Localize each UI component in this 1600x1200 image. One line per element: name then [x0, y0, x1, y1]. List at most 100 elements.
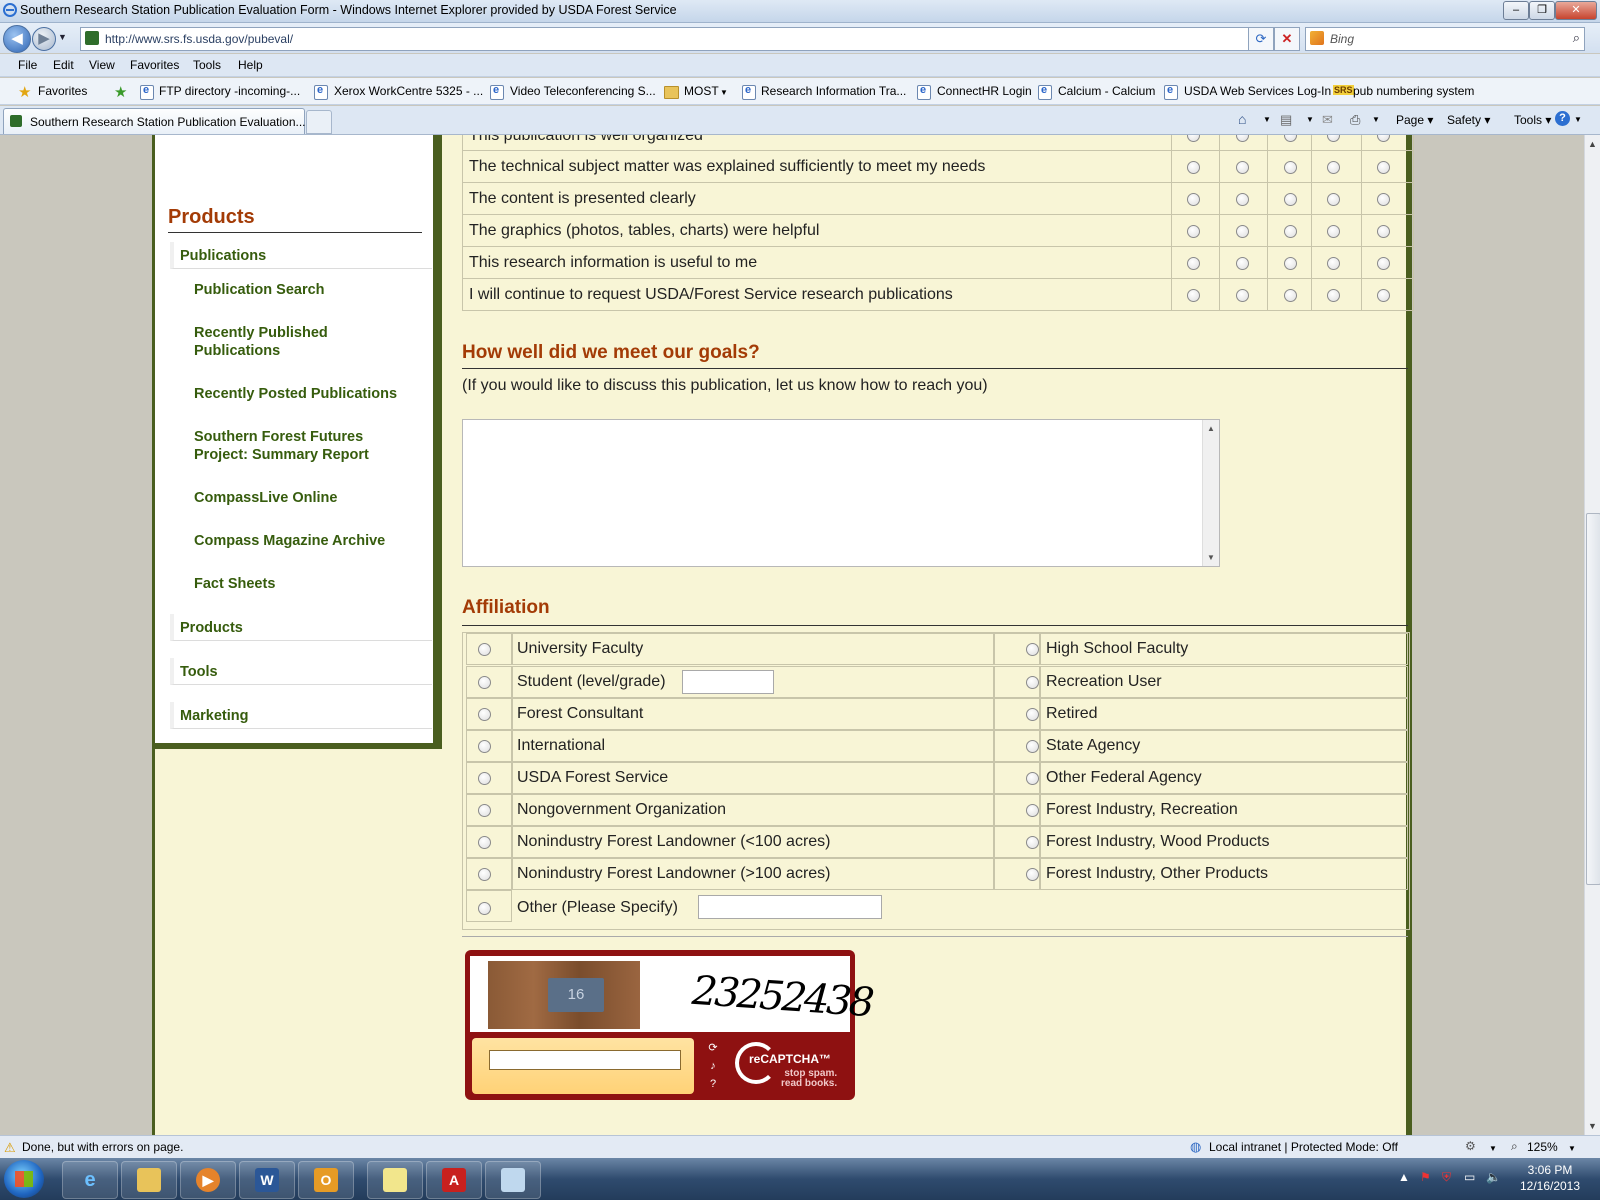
affiliation-option[interactable]: Nonindustry Forest Landowner (>100 acres… [517, 865, 831, 883]
fav-most-folder[interactable]: MOST [684, 84, 719, 98]
rating-radio[interactable] [1236, 193, 1249, 206]
rating-radio[interactable] [1284, 135, 1297, 142]
search-placeholder[interactable]: Bing [1330, 32, 1354, 46]
volume-icon[interactable]: 🔈 [1486, 1170, 1501, 1184]
page-menu-label[interactable]: Page [1396, 113, 1424, 127]
rating-radio[interactable] [1377, 289, 1390, 302]
rating-radio[interactable] [1187, 225, 1200, 238]
rating-radio[interactable] [1236, 161, 1249, 174]
rating-radio[interactable] [1327, 135, 1340, 142]
help-icon[interactable]: ? [699, 1076, 727, 1092]
taskbar-internet-explorer[interactable]: e [62, 1161, 118, 1199]
taskbar-acrobat[interactable]: A [426, 1161, 482, 1199]
favorites-button[interactable]: Favorites [38, 84, 87, 98]
other-affiliation-input[interactable] [698, 895, 882, 919]
chevron-down-icon[interactable]: ▼ [1574, 115, 1582, 124]
rating-radio[interactable] [1377, 161, 1390, 174]
rating-radio[interactable] [1187, 257, 1200, 270]
sidebar-item-fact-sheets[interactable]: Fact Sheets [194, 575, 414, 593]
rating-radio[interactable] [1236, 225, 1249, 238]
chevron-down-icon[interactable]: ▼ [1263, 115, 1271, 124]
rating-radio[interactable] [1284, 225, 1297, 238]
affiliation-radio[interactable] [478, 804, 491, 817]
page-scrollbar[interactable]: ▲ ▼ [1584, 135, 1600, 1135]
fav-xerox[interactable]: Xerox WorkCentre 5325 - ... [334, 84, 483, 98]
affiliation-radio[interactable] [1026, 804, 1039, 817]
rating-radio[interactable] [1377, 193, 1390, 206]
scroll-down-icon[interactable]: ▼ [1588, 1121, 1597, 1131]
affiliation-option[interactable]: Forest Industry, Recreation [1046, 801, 1238, 819]
start-button[interactable] [4, 1160, 44, 1198]
affiliation-radio[interactable] [1026, 676, 1039, 689]
protected-mode-icon[interactable]: ⚙ [1465, 1139, 1476, 1153]
tools-menu-label[interactable]: Tools [1514, 113, 1542, 127]
refresh-icon[interactable]: ⟳ [1248, 27, 1274, 51]
affiliation-radio[interactable] [1026, 868, 1039, 881]
address-bar[interactable]: http://www.srs.fs.usda.gov/pubeval/ ▼ [80, 27, 1270, 51]
recent-pages-dropdown[interactable]: ▼ [58, 32, 67, 42]
affiliation-radio[interactable] [1026, 772, 1039, 785]
safety-menu-label[interactable]: Safety [1447, 113, 1481, 127]
security-alert-icon[interactable]: ⛨ [1442, 1170, 1451, 1185]
affiliation-option[interactable]: State Agency [1046, 737, 1140, 755]
affiliation-radio[interactable] [1026, 740, 1039, 753]
scrollbar-thumb[interactable] [1586, 513, 1600, 885]
sidebar-item-marketing[interactable]: Marketing [170, 702, 432, 729]
affiliation-option[interactable]: Retired [1046, 705, 1098, 723]
warning-icon[interactable]: ⚠ [4, 1140, 16, 1156]
sidebar-item-compasslive[interactable]: CompassLive Online [194, 489, 414, 507]
favorites-star-icon[interactable]: ★ [18, 83, 31, 101]
chevron-down-icon[interactable]: ▼ [1306, 115, 1314, 124]
affiliation-option[interactable]: Other Federal Agency [1046, 769, 1202, 787]
scroll-up-icon[interactable]: ▲ [1588, 139, 1597, 149]
safety-menu[interactable]: Safety ▾ [1447, 113, 1490, 127]
rating-radio[interactable] [1284, 257, 1297, 270]
menu-edit[interactable]: Edit [53, 58, 74, 72]
chevron-down-icon[interactable]: ▼ [1372, 115, 1380, 124]
affiliation-option[interactable]: International [517, 737, 605, 755]
home-icon[interactable]: ⌂ [1238, 111, 1246, 127]
chevron-down-icon[interactable]: ▼ [720, 88, 728, 97]
search-icon[interactable]: ⌕ [1573, 30, 1580, 46]
sidebar-item-southern-forest-futures[interactable]: Southern Forest Futures Project: Summary… [194, 428, 414, 464]
affiliation-option[interactable]: USDA Forest Service [517, 769, 668, 787]
rating-radio[interactable] [1236, 257, 1249, 270]
rating-radio[interactable] [1284, 289, 1297, 302]
url-text[interactable]: http://www.srs.fs.usda.gov/pubeval/ [105, 32, 293, 46]
rating-radio[interactable] [1187, 289, 1200, 302]
system-clock[interactable]: 3:06 PM 12/16/2013 [1510, 1162, 1590, 1194]
status-message[interactable]: Done, but with errors on page. [22, 1140, 183, 1154]
audio-icon[interactable]: ♪ [699, 1058, 727, 1074]
add-favorite-icon[interactable]: ★ [114, 83, 127, 101]
refresh-icon[interactable]: ⟳ [699, 1040, 727, 1056]
fav-video-teleconferencing[interactable]: Video Teleconferencing S... [510, 84, 656, 98]
back-button[interactable]: ◀ [3, 25, 31, 53]
affiliation-option[interactable]: Nonindustry Forest Landowner (<100 acres… [517, 833, 831, 851]
menu-file[interactable]: File [18, 58, 37, 72]
rating-radio[interactable] [1187, 161, 1200, 174]
student-level-input[interactable] [682, 670, 774, 694]
sidebar-item-products[interactable]: Products [170, 614, 432, 641]
sidebar-item-tools[interactable]: Tools [170, 658, 432, 685]
affiliation-radio[interactable] [478, 836, 491, 849]
textarea-scrollbar[interactable]: ▲ ▼ [1202, 420, 1219, 566]
affiliation-option[interactable]: Recreation User [1046, 673, 1162, 691]
affiliation-option[interactable]: Forest Consultant [517, 705, 643, 723]
menu-view[interactable]: View [89, 58, 115, 72]
rating-radio[interactable] [1284, 161, 1297, 174]
affiliation-radio[interactable] [1026, 643, 1039, 656]
fav-usda-web-services[interactable]: USDA Web Services Log-In [1184, 84, 1331, 98]
rating-radio[interactable] [1284, 193, 1297, 206]
network-icon[interactable]: ▭ [1464, 1170, 1475, 1184]
fav-ftp-directory[interactable]: FTP directory -incoming-... [159, 84, 300, 98]
taskbar-snipping-tool[interactable] [485, 1161, 541, 1199]
scroll-down-icon[interactable]: ▼ [1207, 553, 1215, 562]
rating-radio[interactable] [1187, 135, 1200, 142]
rating-radio[interactable] [1327, 257, 1340, 270]
menu-tools[interactable]: Tools [193, 58, 221, 72]
affiliation-radio[interactable] [478, 708, 491, 721]
close-window-button[interactable]: ✕ [1555, 1, 1597, 20]
rating-radio[interactable] [1377, 257, 1390, 270]
rating-radio[interactable] [1187, 193, 1200, 206]
sidebar-item-recently-published[interactable]: Recently Published Publications [194, 324, 414, 360]
